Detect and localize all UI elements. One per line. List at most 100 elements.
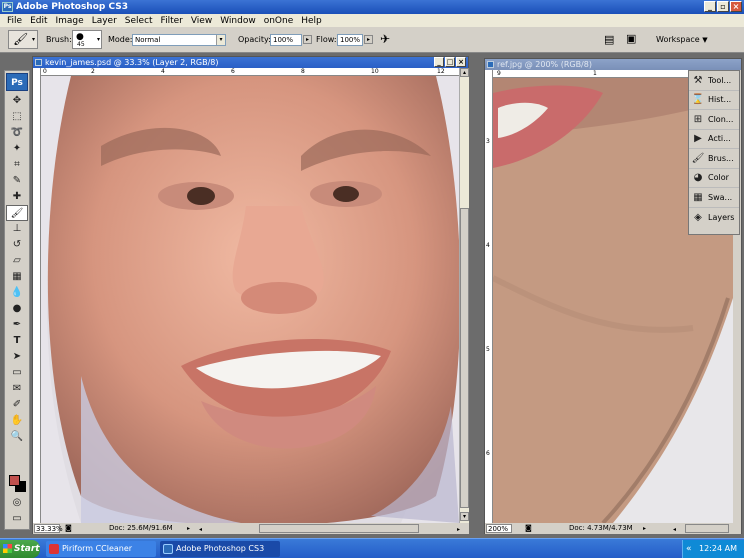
zoom-tool-icon[interactable]: 🔍 bbox=[6, 429, 28, 445]
eraser-tool-icon[interactable]: ▱ bbox=[6, 253, 28, 269]
zoom-nav-icon[interactable]: ◙ bbox=[65, 523, 72, 534]
eyedropper-icon[interactable]: ✐ bbox=[6, 397, 28, 413]
doc1-zoom-field[interactable]: 33.33% bbox=[34, 524, 63, 533]
menu-onone[interactable]: onOne bbox=[260, 16, 298, 26]
hand-tool-icon[interactable]: ✋ bbox=[6, 413, 28, 429]
menu-image[interactable]: Image bbox=[52, 16, 88, 26]
palette-well-icon[interactable]: ▤ bbox=[604, 33, 614, 46]
flow-value: 100% bbox=[340, 36, 361, 44]
taskbar-item-ccleaner[interactable]: Piriform CCleaner bbox=[46, 541, 156, 557]
scroll-right-arrow[interactable]: ▸ bbox=[457, 524, 460, 535]
opacity-slider-arrow[interactable]: ▸ bbox=[303, 35, 312, 44]
dock-actions[interactable]: ▶ Acti... bbox=[689, 130, 739, 149]
blur-tool-icon[interactable]: 💧 bbox=[6, 285, 28, 301]
doc1-canvas[interactable] bbox=[41, 76, 459, 523]
menu-window[interactable]: Window bbox=[216, 16, 260, 26]
brush-tool-icon: 🖌 bbox=[13, 32, 29, 46]
foreground-color-swatch[interactable] bbox=[9, 475, 20, 486]
ruler-label: 12 bbox=[437, 68, 445, 75]
start-button[interactable]: Start bbox=[0, 540, 40, 558]
scroll-up-arrow[interactable]: ▴ bbox=[460, 68, 469, 77]
ccleaner-icon bbox=[49, 544, 59, 554]
menu-filter[interactable]: Filter bbox=[157, 16, 187, 26]
doc2-zoom-field[interactable]: 200% bbox=[486, 524, 512, 533]
type-tool-icon[interactable]: T bbox=[6, 333, 28, 349]
brush-picker[interactable]: ● 45 ▾ bbox=[72, 30, 102, 49]
status-menu-arrow[interactable]: ▸ bbox=[643, 523, 646, 534]
screen-mode-icon[interactable]: ▭ bbox=[6, 511, 28, 527]
ruler-label: 5 bbox=[486, 346, 490, 353]
doc1-vertical-ruler[interactable] bbox=[33, 68, 41, 523]
minimize-button[interactable]: _ bbox=[704, 1, 716, 12]
doc1-horizontal-ruler[interactable]: 0 2 4 6 8 10 12 bbox=[41, 68, 459, 76]
scroll-left-arrow[interactable]: ◂ bbox=[673, 524, 676, 535]
airbrush-icon[interactable]: ✈ bbox=[380, 32, 390, 46]
chevron-down-icon: ▼ bbox=[702, 36, 708, 44]
opacity-field[interactable]: 100% bbox=[270, 34, 302, 46]
dock-tool-presets[interactable]: ⚒ Tool... bbox=[689, 71, 739, 91]
dock-color[interactable]: ◕ Color bbox=[689, 169, 739, 188]
scroll-thumb[interactable] bbox=[460, 208, 469, 508]
pen-tool-icon[interactable]: ✒ bbox=[6, 317, 28, 333]
dock-layers[interactable]: ◈ Layers bbox=[689, 208, 739, 228]
doc1-maximize-button[interactable]: □ bbox=[445, 57, 455, 67]
dock-brushes[interactable]: 🖌 Brus... bbox=[689, 149, 739, 169]
dock-label: Color bbox=[708, 173, 729, 183]
magic-wand-icon[interactable]: ✦ bbox=[6, 141, 28, 157]
dock-clone-source[interactable]: ⊞ Clon... bbox=[689, 110, 739, 130]
scroll-down-arrow[interactable]: ▾ bbox=[460, 512, 469, 521]
menu-file[interactable]: File bbox=[3, 16, 26, 26]
workspace-menu[interactable]: Workspace ▼ bbox=[650, 31, 712, 48]
doc1-horizontal-scroll-thumb[interactable] bbox=[259, 524, 419, 533]
close-button[interactable]: × bbox=[730, 1, 742, 12]
doc1-vertical-scrollbar[interactable]: ▴ ▾ bbox=[459, 68, 469, 523]
app-title-bar: Ps Adobe Photoshop CS3 _ ▫ × bbox=[0, 0, 744, 14]
ruler-label: 2 bbox=[91, 68, 95, 75]
tray-expand-icon[interactable]: « bbox=[686, 540, 692, 558]
brush-tool-icon[interactable]: 🖌 bbox=[6, 205, 28, 221]
status-menu-arrow[interactable]: ▸ bbox=[187, 523, 190, 534]
tool-presets-icon: ⚒ bbox=[693, 74, 703, 86]
move-tool-icon[interactable]: ✥ bbox=[6, 93, 28, 109]
tool-preset-picker[interactable]: 🖌 ▾ bbox=[8, 30, 38, 49]
slice-tool-icon[interactable]: ✎ bbox=[6, 173, 28, 189]
menu-view[interactable]: View bbox=[187, 16, 216, 26]
dock-swatches[interactable]: ▦ Swa... bbox=[689, 188, 739, 208]
shape-tool-icon[interactable]: ▭ bbox=[6, 365, 28, 381]
gradient-tool-icon[interactable]: ▦ bbox=[6, 269, 28, 285]
lasso-tool-icon[interactable]: ➰ bbox=[6, 125, 28, 141]
marquee-tool-icon[interactable]: ⬚ bbox=[6, 109, 28, 125]
history-brush-icon[interactable]: ↺ bbox=[6, 237, 28, 253]
crop-tool-icon[interactable]: ⌗ bbox=[6, 157, 28, 173]
doc1-titlebar[interactable]: kevin_james.psd @ 33.3% (Layer 2, RGB/8)… bbox=[33, 57, 468, 68]
healing-brush-icon[interactable]: ✚ bbox=[6, 189, 28, 205]
notes-tool-icon[interactable]: ✉ bbox=[6, 381, 28, 397]
dodge-tool-icon[interactable]: ● bbox=[6, 301, 28, 317]
doc1-minimize-button[interactable]: _ bbox=[434, 57, 444, 67]
doc2-vertical-ruler[interactable]: 3 4 5 6 bbox=[485, 70, 493, 523]
dock-history[interactable]: ⌛ Hist... bbox=[689, 91, 739, 110]
doc1-close-button[interactable]: × bbox=[456, 57, 466, 67]
mode-select[interactable]: Normal ▾ bbox=[132, 34, 226, 46]
doc2-titlebar[interactable]: ref.jpg @ 200% (RGB/8) bbox=[485, 59, 741, 70]
doc2-status-bar: 200% ◙ Doc: 4.73M/4.73M ▸ ◂ bbox=[485, 523, 741, 534]
menu-help[interactable]: Help bbox=[297, 16, 326, 26]
clone-stamp-icon[interactable]: ⊥ bbox=[6, 221, 28, 237]
caricature-painting bbox=[41, 76, 459, 523]
photoshop-logo[interactable]: Ps bbox=[6, 73, 28, 91]
doc2-horizontal-scroll-thumb[interactable] bbox=[685, 524, 729, 533]
photoshop-icon bbox=[163, 544, 173, 554]
zoom-nav-icon[interactable]: ◙ bbox=[525, 523, 532, 534]
scroll-left-arrow[interactable]: ◂ bbox=[199, 524, 202, 535]
bridge-icon[interactable]: ▣ bbox=[626, 32, 636, 45]
menu-select[interactable]: Select bbox=[121, 16, 157, 26]
restore-button[interactable]: ▫ bbox=[717, 1, 729, 12]
flow-field[interactable]: 100% bbox=[337, 34, 363, 46]
menu-layer[interactable]: Layer bbox=[88, 16, 121, 26]
flow-slider-arrow[interactable]: ▸ bbox=[364, 35, 373, 44]
taskbar-item-photoshop[interactable]: Adobe Photoshop CS3 bbox=[160, 541, 280, 557]
dock-label: Brus... bbox=[708, 153, 734, 163]
menu-edit[interactable]: Edit bbox=[26, 16, 51, 26]
path-select-icon[interactable]: ➤ bbox=[6, 349, 28, 365]
quick-mask-icon[interactable]: ◎ bbox=[6, 495, 28, 511]
